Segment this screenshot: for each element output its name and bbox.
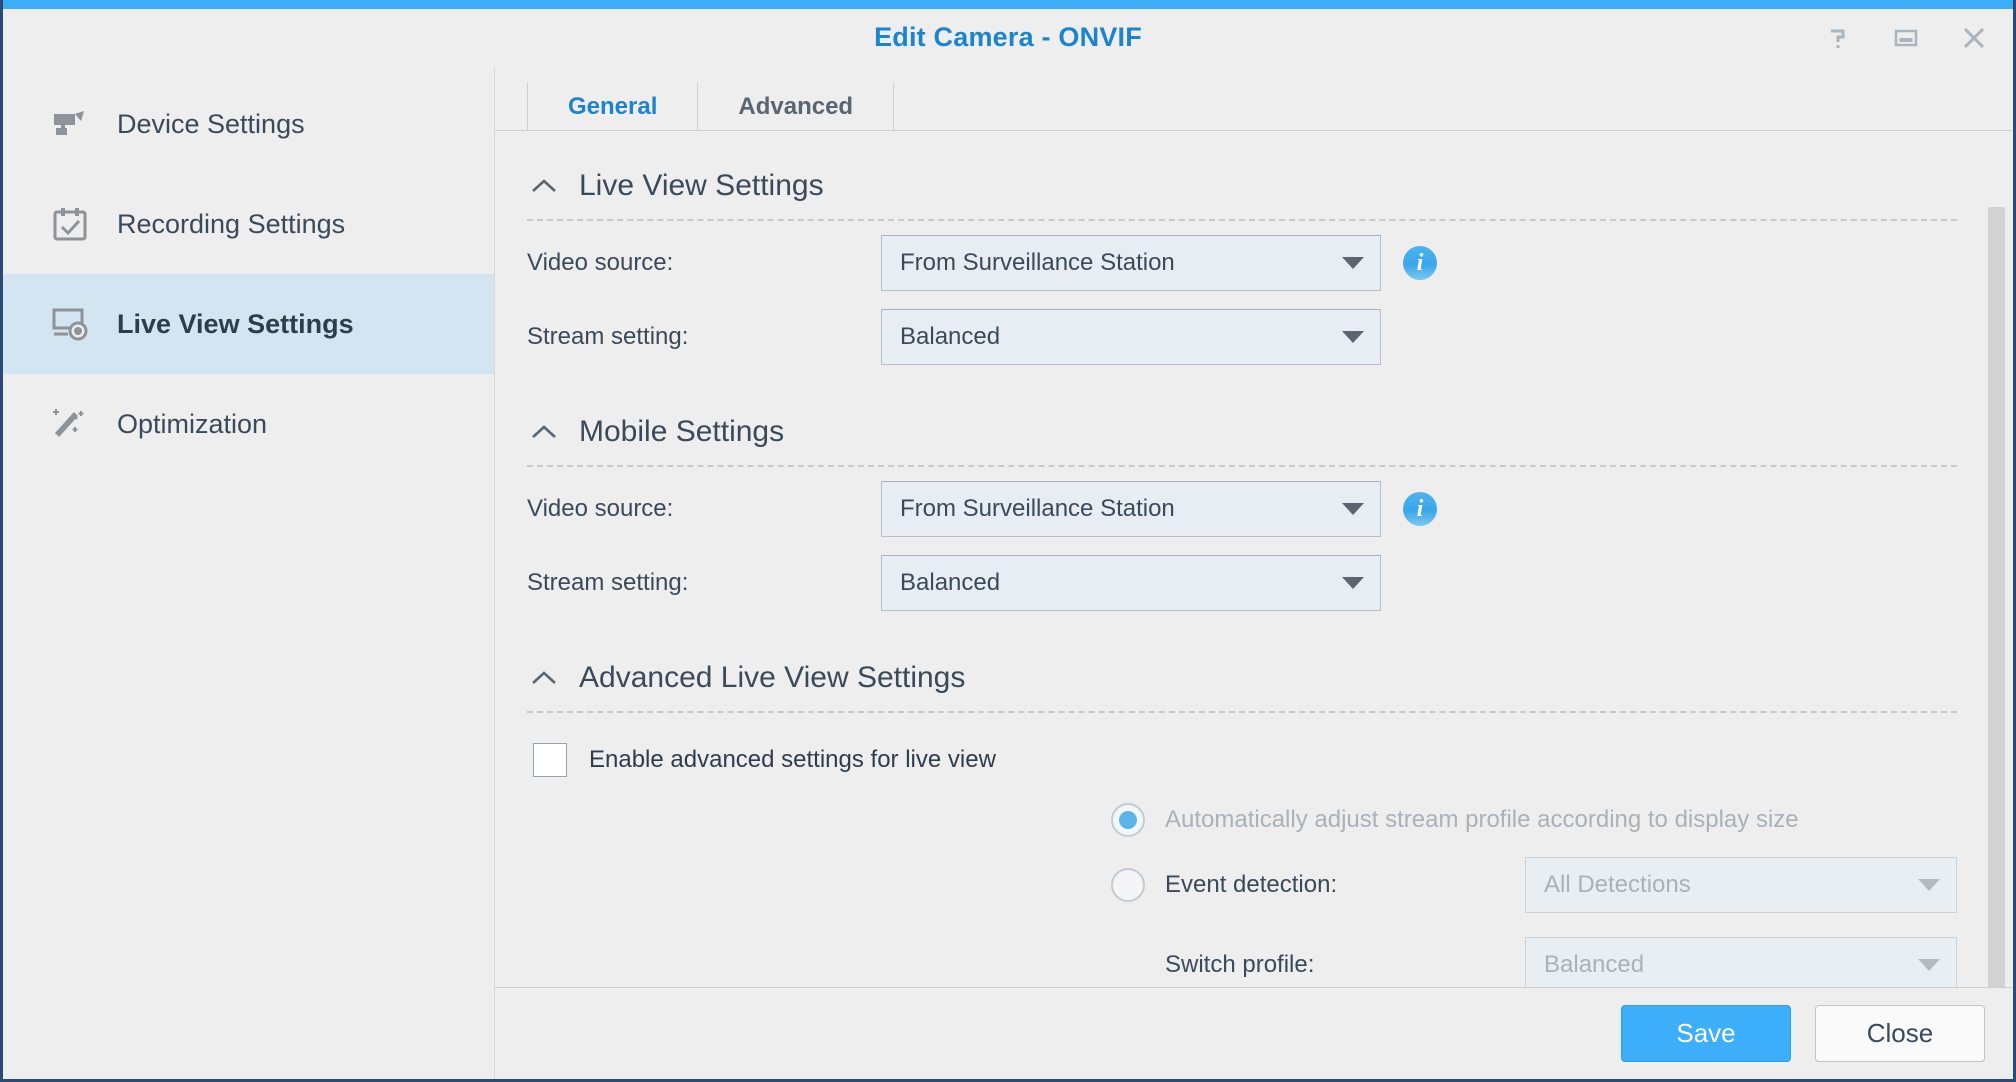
- row-mobile-stream-setting: Stream setting: Balanced: [511, 551, 1957, 615]
- switch-profile-select[interactable]: Balanced: [1525, 937, 1957, 987]
- row-mobile-video-source: Video source: From Surveillance Station …: [511, 477, 1957, 541]
- dialog-footer: Save Close: [495, 987, 2013, 1079]
- live-video-source-select[interactable]: From Surveillance Station: [881, 235, 1381, 291]
- chevron-up-icon: [531, 670, 557, 686]
- section-title: Advanced Live View Settings: [579, 661, 965, 695]
- info-icon[interactable]: i: [1403, 492, 1437, 526]
- section-header-live-view[interactable]: Live View Settings: [511, 169, 1957, 203]
- chevron-down-icon: [1918, 879, 1940, 891]
- chevron-down-icon: [1342, 331, 1364, 343]
- field-label: Video source:: [511, 249, 881, 277]
- camera-icon: [49, 103, 91, 145]
- field-label: Video source:: [511, 495, 881, 523]
- tab-advanced[interactable]: Advanced: [697, 83, 894, 131]
- chevron-down-icon: [1342, 577, 1364, 589]
- mobile-stream-setting-select[interactable]: Balanced: [881, 555, 1381, 611]
- select-value: Balanced: [900, 569, 1000, 597]
- row-live-video-source: Video source: From Surveillance Station …: [511, 231, 1957, 295]
- accent-bar: [3, 0, 2013, 9]
- section-title: Live View Settings: [579, 169, 824, 203]
- chevron-down-icon: [1342, 257, 1364, 269]
- live-stream-setting-select[interactable]: Balanced: [881, 309, 1381, 365]
- button-label: Save: [1676, 1018, 1735, 1049]
- enable-advanced-checkbox[interactable]: [533, 743, 567, 777]
- help-icon[interactable]: [1821, 21, 1855, 55]
- magic-wand-icon: [49, 403, 91, 445]
- select-value: From Surveillance Station: [900, 495, 1175, 523]
- settings-scroll-area: Live View Settings Video source: From Su…: [495, 131, 2013, 987]
- close-icon[interactable]: [1957, 21, 1991, 55]
- info-icon[interactable]: i: [1403, 246, 1437, 280]
- section-divider: [527, 711, 1957, 713]
- chevron-down-icon: [1918, 959, 1940, 971]
- section-header-advanced[interactable]: Advanced Live View Settings: [511, 661, 1957, 695]
- checkbox-label: Enable advanced settings for live view: [589, 746, 996, 774]
- sidebar-item-label: Live View Settings: [117, 309, 354, 340]
- window-controls: [1821, 9, 1991, 66]
- section-divider: [527, 219, 1957, 221]
- event-detection-radio[interactable]: [1111, 868, 1145, 902]
- mobile-video-source-select[interactable]: From Surveillance Station: [881, 481, 1381, 537]
- select-value: From Surveillance Station: [900, 249, 1175, 277]
- sidebar-item-live-view-settings[interactable]: Live View Settings: [3, 274, 494, 374]
- sidebar-item-label: Optimization: [117, 409, 267, 440]
- select-value: Balanced: [1544, 951, 1644, 979]
- tab-general[interactable]: General: [527, 83, 698, 131]
- sidebar-item-label: Recording Settings: [117, 209, 345, 240]
- field-label: Switch profile:: [1165, 951, 1525, 979]
- edit-camera-dialog: Edit Camera - ONVIF: [0, 0, 2016, 1082]
- chevron-up-icon: [531, 424, 557, 440]
- monitor-record-icon: [49, 303, 91, 345]
- field-label: Event detection:: [1165, 871, 1525, 899]
- select-value: Balanced: [900, 323, 1000, 351]
- sidebar-item-recording-settings[interactable]: Recording Settings: [3, 174, 494, 274]
- content-pane: General Advanced Live View Sett: [495, 66, 2013, 1079]
- tab-label: General: [568, 93, 657, 121]
- event-detection-select[interactable]: All Detections: [1525, 857, 1957, 913]
- row-event-detection: Event detection: All Detections: [511, 853, 1957, 917]
- tab-strip: General Advanced: [495, 66, 2013, 131]
- close-button[interactable]: Close: [1815, 1005, 1985, 1062]
- tab-label: Advanced: [738, 93, 853, 121]
- scrollbar-thumb[interactable]: [1988, 207, 2005, 987]
- field-label: Stream setting:: [511, 569, 881, 597]
- auto-adjust-radio[interactable]: [1111, 803, 1145, 837]
- row-live-stream-setting: Stream setting: Balanced: [511, 305, 1957, 369]
- sidebar-item-label: Device Settings: [117, 109, 305, 140]
- button-label: Close: [1867, 1018, 1933, 1049]
- save-button[interactable]: Save: [1621, 1005, 1791, 1062]
- section-header-mobile[interactable]: Mobile Settings: [511, 415, 1957, 449]
- calendar-check-icon: [49, 203, 91, 245]
- title-bar: Edit Camera - ONVIF: [3, 9, 2013, 66]
- field-label: Stream setting:: [511, 323, 881, 351]
- chevron-up-icon: [531, 178, 557, 194]
- vertical-scrollbar[interactable]: [1988, 159, 2005, 987]
- select-value: All Detections: [1544, 871, 1691, 899]
- sidebar: Device Settings Recording Settings: [3, 66, 495, 1079]
- chevron-down-icon: [1342, 503, 1364, 515]
- sidebar-item-optimization[interactable]: Optimization: [3, 374, 494, 474]
- radio-dot: [1119, 811, 1137, 829]
- section-title: Mobile Settings: [579, 415, 784, 449]
- dialog-title: Edit Camera - ONVIF: [874, 22, 1142, 53]
- sidebar-item-device-settings[interactable]: Device Settings: [3, 74, 494, 174]
- section-divider: [527, 465, 1957, 467]
- radio-label: Automatically adjust stream profile acco…: [1165, 806, 1799, 834]
- row-switch-profile: Switch profile: Balanced: [511, 933, 1957, 987]
- restore-icon[interactable]: [1889, 21, 1923, 55]
- row-enable-advanced: Enable advanced settings for live view: [511, 743, 1957, 777]
- dialog-body: Device Settings Recording Settings: [3, 66, 2013, 1079]
- row-radio-auto-adjust: Automatically adjust stream profile acco…: [511, 803, 1957, 837]
